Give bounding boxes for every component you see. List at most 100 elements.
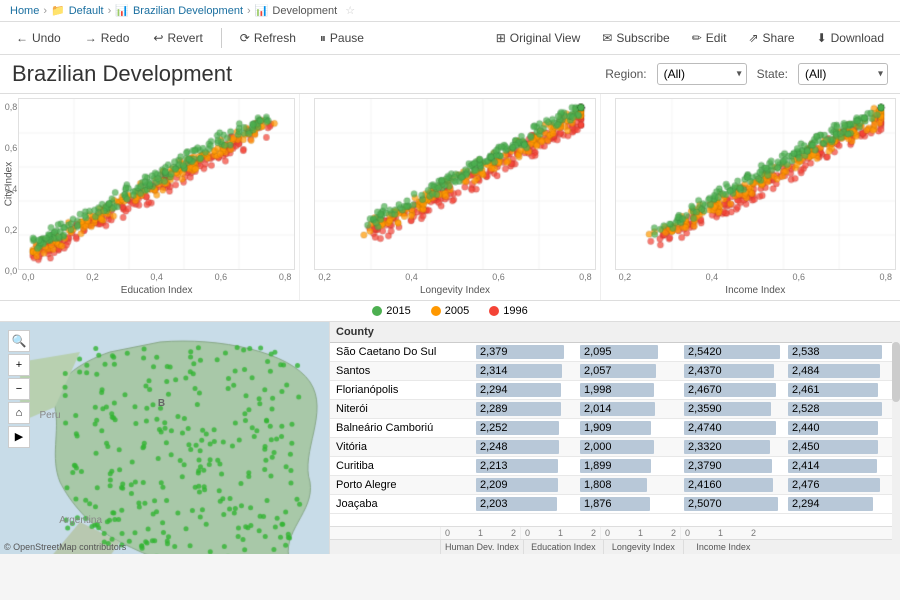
subscribe-icon: ✉ xyxy=(602,31,612,45)
chart-education: 0,8 0,6 0,4 0,2 0,0 City Index 0,00,20,4… xyxy=(0,94,300,300)
cell-county: Joaçaba xyxy=(330,494,476,513)
revert-icon: ↩ xyxy=(153,31,163,45)
cell-edu: 1,998 xyxy=(580,380,684,399)
cell-edu: 2,057 xyxy=(580,361,684,380)
page-title: Brazilian Development xyxy=(12,61,595,87)
table-row: Vitória 2,248 2,000 2,3320 2,450 xyxy=(330,437,892,456)
charts-row: 0,8 0,6 0,4 0,2 0,0 City Index 0,00,20,4… xyxy=(0,94,900,301)
subscribe-button[interactable]: ✉ Subscribe xyxy=(596,29,675,47)
table-scrollbar-thumb[interactable] xyxy=(892,342,900,402)
header-row: Brazilian Development Region: (All) Stat… xyxy=(0,55,900,94)
refresh-button[interactable]: ⟳ Refresh xyxy=(234,29,302,47)
breadcrumb: Home › 📁 Default › 📊 Brazilian Developme… xyxy=(0,0,900,22)
breadcrumb-sep3: › xyxy=(247,5,251,17)
col-hdi xyxy=(476,322,580,343)
legend-dot-2005 xyxy=(431,306,441,316)
cell-lon: 2,5070 xyxy=(684,494,788,513)
cell-inc: 2,461 xyxy=(788,380,892,399)
legend-1996: 1996 xyxy=(489,305,527,317)
charts-area: 0,8 0,6 0,4 0,2 0,0 City Index 0,00,20,4… xyxy=(0,94,900,554)
map-zoom-in-button[interactable]: + xyxy=(8,354,30,376)
cell-inc: 2,528 xyxy=(788,399,892,418)
table-row: Florianópolis 2,294 1,998 2,4670 2,461 xyxy=(330,380,892,399)
cell-edu: 2,014 xyxy=(580,399,684,418)
map-controls: 🔍 + − ⌂ ▶ xyxy=(8,330,30,448)
axis-ticks-row: 012 012 012 012 xyxy=(330,526,892,539)
undo-icon: ← xyxy=(16,31,28,45)
download-icon: ⬇ xyxy=(817,31,827,45)
table-row: Porto Alegre 2,209 1,808 2,4160 2,476 xyxy=(330,475,892,494)
col-edu xyxy=(580,322,684,343)
x-axis-label-longevity: Longevity Index xyxy=(314,285,595,296)
col-lon xyxy=(684,322,788,343)
cell-hdi: 2,379 xyxy=(476,342,580,361)
legend-dot-2015 xyxy=(372,306,382,316)
map-copyright: © OpenStreetMap contributors xyxy=(4,542,126,552)
cell-hdi: 2,314 xyxy=(476,361,580,380)
cell-county: Florianópolis xyxy=(330,380,476,399)
table-wrapper[interactable]: County São Caetano Do Sul 2,379 xyxy=(330,322,892,526)
original-view-button[interactable]: ⊞ Original View xyxy=(490,29,587,47)
cell-county: Curitiba xyxy=(330,456,476,475)
cell-county: Santos xyxy=(330,361,476,380)
main-content: 0,8 0,6 0,4 0,2 0,0 City Index 0,00,20,4… xyxy=(0,94,900,554)
cell-lon: 2,4740 xyxy=(684,418,788,437)
data-table: County São Caetano Do Sul 2,379 xyxy=(330,322,892,514)
table-row: São Caetano Do Sul 2,379 2,095 2,5420 2,… xyxy=(330,342,892,361)
legend-dot-1996 xyxy=(489,306,499,316)
col-label-inc: Income Index xyxy=(683,540,763,554)
cell-edu: 2,095 xyxy=(580,342,684,361)
share-icon: ⇗ xyxy=(748,31,758,45)
map-panel[interactable]: 🔍 + − ⌂ ▶ © OpenStreetMap contributors P… xyxy=(0,322,330,554)
cell-county: Balneário Camboriú xyxy=(330,418,476,437)
state-select-wrapper: (All) xyxy=(798,63,888,85)
undo-button[interactable]: ← Undo xyxy=(10,29,67,47)
breadcrumb-project[interactable]: Brazilian Development xyxy=(133,5,243,17)
original-view-icon: ⊞ xyxy=(496,31,506,45)
cell-lon: 2,4670 xyxy=(684,380,788,399)
breadcrumb-home[interactable]: Home xyxy=(10,5,39,17)
breadcrumb-default[interactable]: Default xyxy=(69,5,104,17)
pause-button[interactable]: ⏸ Pause xyxy=(314,29,370,48)
col-inc xyxy=(788,322,892,343)
revert-button[interactable]: ↩ Revert xyxy=(147,29,208,47)
x-axis-label-education: Education Index xyxy=(18,285,295,296)
refresh-icon: ⟳ xyxy=(240,31,250,45)
cell-inc: 2,484 xyxy=(788,361,892,380)
download-button[interactable]: ⬇ Download xyxy=(811,29,890,47)
map-label-peru: Peru xyxy=(39,410,60,421)
cell-lon: 2,5420 xyxy=(684,342,788,361)
legend-2005: 2005 xyxy=(431,305,469,317)
cell-edu: 1,808 xyxy=(580,475,684,494)
redo-button[interactable]: → Redo xyxy=(79,29,136,47)
cell-edu: 1,876 xyxy=(580,494,684,513)
breadcrumb-icon-chart: 📊 xyxy=(115,4,129,17)
region-select[interactable]: (All) xyxy=(657,63,747,85)
edit-button[interactable]: ✏ Edit xyxy=(686,29,733,47)
map-forward-button[interactable]: ▶ xyxy=(8,426,30,448)
state-select[interactable]: (All) xyxy=(798,63,888,85)
toolbar-divider1 xyxy=(221,28,222,48)
map-zoom-out-button[interactable]: − xyxy=(8,378,30,400)
cell-county: Vitória xyxy=(330,437,476,456)
column-labels-row: Human Dev. Index Education Index Longevi… xyxy=(330,539,892,554)
col-label-lon: Longevity Index xyxy=(603,540,683,554)
table-scrollbar[interactable] xyxy=(892,322,900,554)
breadcrumb-star[interactable]: ☆ xyxy=(345,4,355,17)
cell-lon: 2,3320 xyxy=(684,437,788,456)
region-label: Region: xyxy=(605,67,646,81)
share-button[interactable]: ⇗ Share xyxy=(742,29,800,47)
cell-edu: 2,000 xyxy=(580,437,684,456)
cell-lon: 2,4370 xyxy=(684,361,788,380)
map-search-button[interactable]: 🔍 xyxy=(8,330,30,352)
state-label: State: xyxy=(757,67,788,81)
x-axis-label-income: Income Index xyxy=(615,285,896,296)
toolbar-right: ⊞ Original View ✉ Subscribe ✏ Edit ⇗ Sha… xyxy=(490,29,890,47)
map-home-button[interactable]: ⌂ xyxy=(8,402,30,424)
cell-inc: 2,476 xyxy=(788,475,892,494)
cell-lon: 2,3590 xyxy=(684,399,788,418)
cell-hdi: 2,203 xyxy=(476,494,580,513)
cell-edu: 1,909 xyxy=(580,418,684,437)
map-label-b: B xyxy=(158,398,165,409)
cell-inc: 2,440 xyxy=(788,418,892,437)
